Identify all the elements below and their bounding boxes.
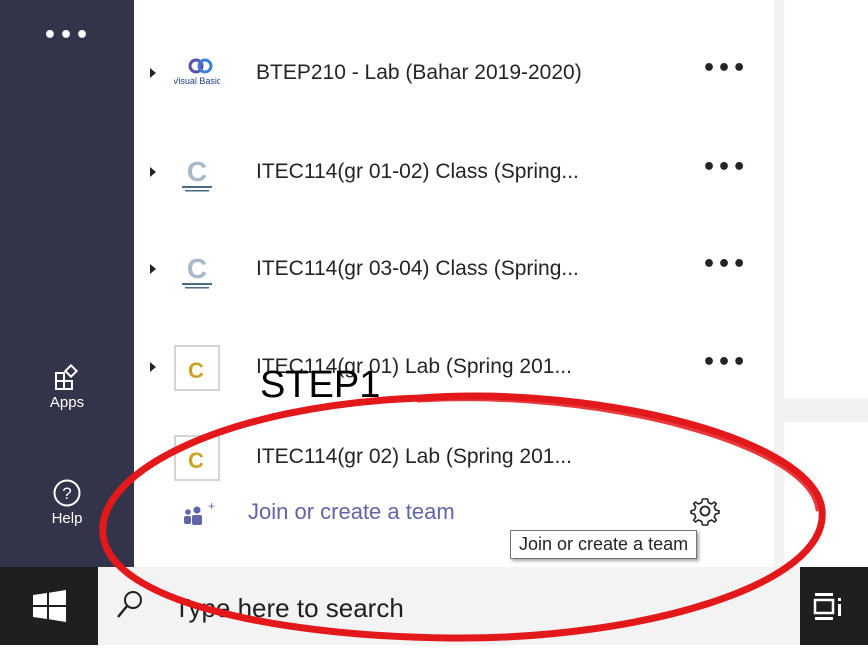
expand-caret-icon[interactable] <box>150 362 156 372</box>
help-icon: ? <box>53 479 81 507</box>
team-logo-text: C <box>188 358 204 383</box>
apps-label: Apps <box>49 394 85 411</box>
team-row[interactable]: C ITEC114(gr 02) Lab (Spring 201... <box>134 428 774 488</box>
team-logo-text: C <box>187 253 207 284</box>
expand-caret-icon[interactable] <box>150 167 156 177</box>
apps-button[interactable]: Apps <box>0 364 134 411</box>
team-row[interactable]: C ITEC114(gr 03-04) Class (Spring... ••• <box>134 240 774 300</box>
expand-caret-icon[interactable] <box>150 264 156 274</box>
step-annotation-label: STEP1 <box>260 364 381 406</box>
c-tile-logo-icon: C <box>174 435 220 481</box>
expand-caret-icon[interactable] <box>150 68 156 78</box>
team-logo-text: C <box>188 448 204 473</box>
search-icon <box>117 591 142 618</box>
windows-taskbar: Type here to search <box>0 567 868 645</box>
c-tile-logo-icon: C <box>174 345 220 391</box>
team-name[interactable]: ITEC114(gr 01-02) Class (Spring... <box>256 160 579 184</box>
search-placeholder: Type here to search <box>174 593 404 623</box>
taskbar-search-box[interactable]: Type here to search <box>98 567 800 645</box>
team-row[interactable]: C ITEC114(gr 01) Lab (Spring 201... ••• <box>134 338 774 398</box>
team-more-options-button[interactable]: ••• <box>702 252 747 277</box>
svg-text:?: ? <box>62 484 71 503</box>
start-button[interactable] <box>0 567 98 645</box>
team-name[interactable]: BTEP210 - Lab (Bahar 2019-2020) <box>256 61 582 85</box>
team-row[interactable]: Visual Basic BTEP210 - Lab (Bahar 2019-2… <box>134 44 774 104</box>
content-card <box>784 0 868 398</box>
gear-icon[interactable] <box>690 496 720 526</box>
team-more-options-button[interactable]: ••• <box>702 56 747 81</box>
team-name[interactable]: ITEC114(gr 02) Lab (Spring 201... <box>256 445 572 469</box>
join-create-team-link[interactable]: Join or create a team <box>248 499 455 525</box>
team-logo-text: Visual Basic <box>174 76 220 86</box>
team-logo-text: C <box>187 156 207 187</box>
svg-text:+: + <box>208 500 215 513</box>
c-language-logo-icon: C <box>182 156 212 192</box>
c-language-logo-icon: C <box>182 253 212 289</box>
apps-icon <box>55 364 79 390</box>
join-create-team-tooltip: Join or create a team <box>510 530 698 559</box>
team-more-options-button[interactable]: ••• <box>702 155 747 180</box>
app-rail: ••• Apps ? Help <box>0 0 134 567</box>
help-button[interactable]: ? Help <box>0 478 134 527</box>
visual-basic-logo-icon: Visual Basic <box>174 58 220 86</box>
task-view-icon[interactable] <box>812 587 848 625</box>
team-row[interactable]: C ITEC114(gr 01-02) Class (Spring... ••• <box>134 143 774 203</box>
team-more-options-button[interactable]: ••• <box>702 350 747 375</box>
content-card <box>784 422 868 567</box>
more-apps-button[interactable]: ••• <box>0 25 134 47</box>
windows-logo-icon <box>33 590 66 622</box>
team-name[interactable]: ITEC114(gr 03-04) Class (Spring... <box>256 257 579 281</box>
add-team-icon[interactable]: + <box>178 500 218 530</box>
help-label: Help <box>51 510 83 527</box>
